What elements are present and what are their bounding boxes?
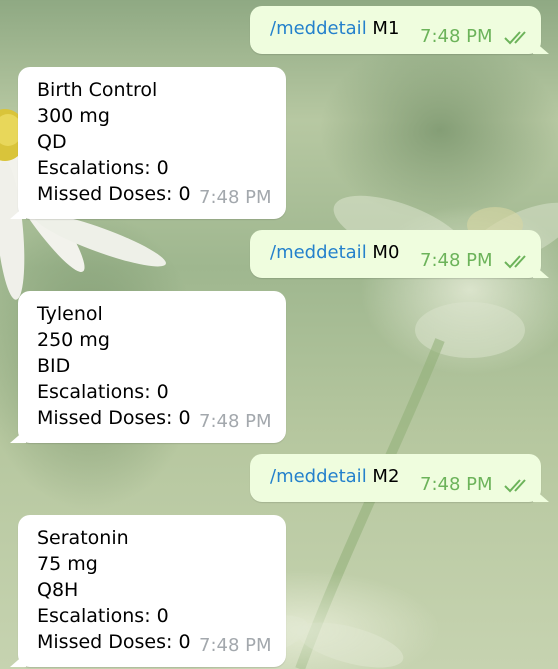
med-frequency: BID	[37, 355, 71, 377]
double-check-icon	[504, 31, 526, 45]
message-text: Seratonin 75 mg Q8H Escalations: 0 Misse…	[37, 525, 191, 655]
message-text: /meddetail M2	[270, 466, 399, 488]
message-text: Tylenol 250 mg BID Escalations: 0 Missed…	[37, 301, 191, 431]
message-text: /meddetail M0	[270, 242, 399, 264]
command-link[interactable]: /meddetail	[270, 466, 367, 487]
incoming-message: Seratonin 75 mg Q8H Escalations: 0 Misse…	[10, 515, 286, 667]
command-link[interactable]: /meddetail	[270, 242, 367, 263]
med-name: Birth Control	[37, 79, 158, 101]
message-text: /meddetail M1	[270, 18, 399, 40]
med-missed-doses: Missed Doses: 0	[37, 631, 191, 653]
med-dose: 75 mg	[37, 553, 98, 575]
med-dose: 300 mg	[37, 105, 110, 127]
message-time: 7:48 PM	[199, 187, 272, 208]
med-dose: 250 mg	[37, 329, 110, 351]
outgoing-message: /meddetail M2 7:48 PM	[250, 454, 549, 502]
message-time: 7:48 PM	[420, 474, 493, 495]
med-escalations: Escalations: 0	[37, 605, 169, 627]
med-missed-doses: Missed Doses: 0	[37, 183, 191, 205]
message-time: 7:48 PM	[199, 411, 272, 432]
med-escalations: Escalations: 0	[37, 157, 169, 179]
med-frequency: QD	[37, 131, 67, 153]
med-missed-doses: Missed Doses: 0	[37, 407, 191, 429]
message-time: 7:48 PM	[420, 26, 493, 47]
med-escalations: Escalations: 0	[37, 381, 169, 403]
med-name: Seratonin	[37, 527, 129, 549]
outgoing-message: /meddetail M0 7:48 PM	[250, 230, 549, 278]
command-link[interactable]: /meddetail	[270, 18, 367, 39]
command-argument: M2	[366, 466, 400, 487]
incoming-message: Tylenol 250 mg BID Escalations: 0 Missed…	[10, 291, 286, 443]
message-time: 7:48 PM	[199, 635, 272, 656]
double-check-icon	[504, 479, 526, 493]
double-check-icon	[504, 255, 526, 269]
command-argument: M1	[366, 18, 400, 39]
outgoing-message: /meddetail M1 7:48 PM	[250, 6, 549, 54]
incoming-message: Birth Control 300 mg QD Escalations: 0 M…	[10, 67, 286, 219]
med-frequency: Q8H	[37, 579, 79, 601]
med-name: Tylenol	[37, 303, 103, 325]
command-argument: M0	[366, 242, 400, 263]
message-text: Birth Control 300 mg QD Escalations: 0 M…	[37, 77, 191, 207]
message-time: 7:48 PM	[420, 250, 493, 271]
